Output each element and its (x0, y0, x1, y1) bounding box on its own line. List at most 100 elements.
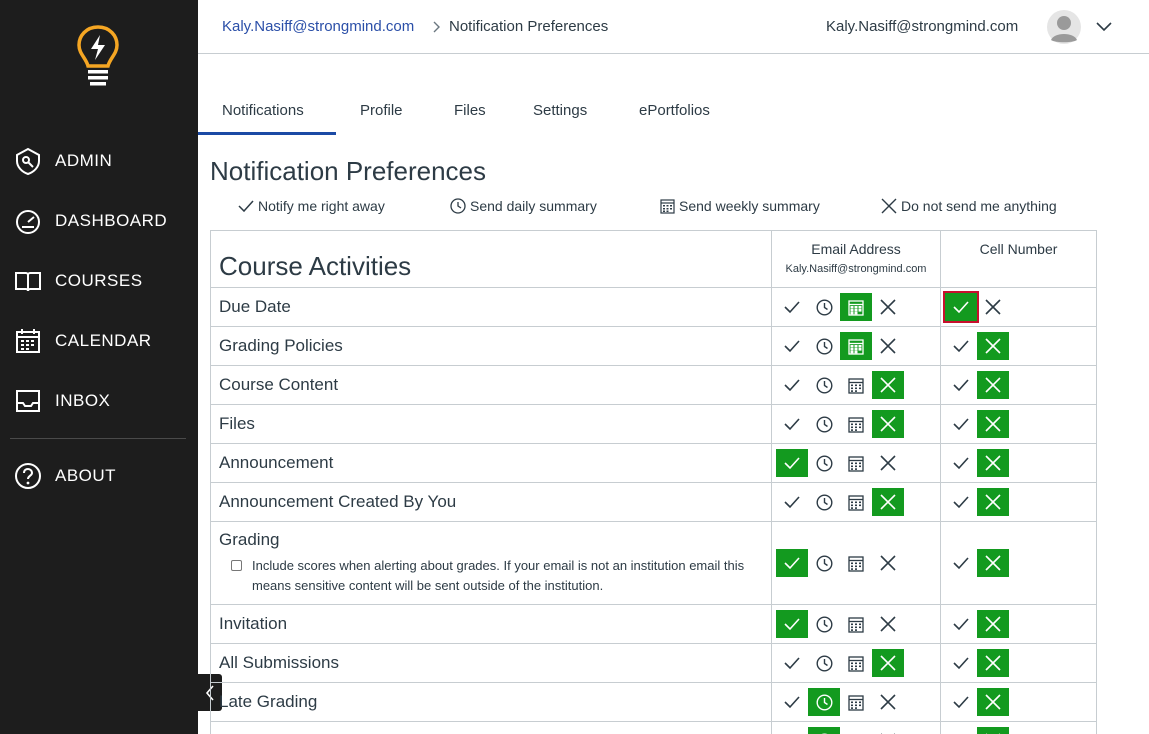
cell-option-never[interactable] (977, 488, 1009, 516)
chevron-down-icon[interactable] (1095, 19, 1113, 33)
nav-admin[interactable]: ADMIN (0, 141, 198, 181)
avatar[interactable] (1047, 10, 1081, 44)
cell-option-never[interactable] (977, 293, 1009, 321)
cell-option-never[interactable] (977, 371, 1009, 399)
tab-settings[interactable]: Settings (533, 102, 587, 119)
include-scores-checkbox[interactable] (231, 560, 242, 571)
email-option-daily[interactable] (808, 449, 840, 477)
email-option-never[interactable] (872, 488, 904, 516)
cell-option-immediately[interactable] (945, 688, 977, 716)
email-option-never[interactable] (872, 371, 904, 399)
email-option-daily[interactable] (808, 332, 840, 360)
cell-option-immediately[interactable] (945, 610, 977, 638)
cell-option-immediately[interactable] (945, 549, 977, 577)
email-option-daily[interactable] (808, 488, 840, 516)
email-option-never[interactable] (872, 449, 904, 477)
email-option-immediately[interactable] (776, 371, 808, 399)
email-option-never[interactable] (872, 549, 904, 577)
email-option-daily[interactable] (808, 293, 840, 321)
grading-scores-option: Include scores when alerting about grade… (231, 556, 761, 596)
cell-option-immediately[interactable] (945, 488, 977, 516)
email-option-weekly[interactable] (840, 293, 872, 321)
tab-eportfolios[interactable]: ePortfolios (639, 102, 710, 119)
cell-option-never[interactable] (977, 649, 1009, 677)
email-option-daily[interactable] (808, 410, 840, 438)
email-option-never[interactable] (872, 410, 904, 438)
email-option-daily[interactable] (808, 688, 840, 716)
email-option-immediately[interactable] (776, 410, 808, 438)
cell-option-immediately[interactable] (945, 649, 977, 677)
nav-calendar[interactable]: CALENDAR (0, 321, 198, 361)
tab-notifications[interactable]: Notifications (222, 102, 304, 119)
cell-option-never[interactable] (977, 610, 1009, 638)
email-option-weekly[interactable] (840, 688, 872, 716)
email-option-daily[interactable] (808, 649, 840, 677)
email-option-immediately[interactable] (776, 649, 808, 677)
cell-option-never[interactable] (977, 688, 1009, 716)
email-option-daily[interactable] (808, 727, 840, 734)
email-option-immediately[interactable] (776, 688, 808, 716)
row-name-cell: Course Content (210, 365, 772, 405)
email-option-immediately[interactable] (776, 549, 808, 577)
table-row: Grading Include scores when alerting abou… (210, 521, 1097, 605)
email-option-never[interactable] (872, 649, 904, 677)
email-option-immediately[interactable] (776, 449, 808, 477)
cell-option-immediately[interactable] (945, 727, 977, 734)
email-option-weekly[interactable] (840, 488, 872, 516)
tab-profile[interactable]: Profile (360, 102, 403, 119)
close-icon (880, 416, 896, 432)
nav-inbox[interactable]: INBOX (0, 381, 198, 421)
email-option-weekly[interactable] (840, 371, 872, 399)
email-option-never[interactable] (872, 727, 904, 734)
check-icon (953, 340, 969, 353)
cell-option-never[interactable] (977, 410, 1009, 438)
email-option-weekly[interactable] (840, 449, 872, 477)
email-option-daily[interactable] (808, 549, 840, 577)
email-option-weekly[interactable] (840, 649, 872, 677)
email-option-never[interactable] (872, 293, 904, 321)
cell-option-immediately[interactable] (945, 332, 977, 360)
close-icon (985, 616, 1001, 632)
email-option-daily[interactable] (808, 371, 840, 399)
nav-courses[interactable]: COURSES (0, 261, 198, 301)
lightbulb-logo-icon[interactable] (76, 24, 120, 90)
email-option-immediately[interactable] (776, 727, 808, 734)
breadcrumb-user-link[interactable]: Kaly.Nasiff@strongmind.com (222, 18, 414, 35)
email-option-immediately[interactable] (776, 488, 808, 516)
row-category-name: Invitation (219, 614, 288, 633)
row-name-cell: Announcement Created By You (210, 482, 772, 522)
cell-option-never[interactable] (977, 332, 1009, 360)
cell-option-never[interactable] (977, 549, 1009, 577)
cell-option-never[interactable] (977, 449, 1009, 477)
row-name-cell: Late Grading (210, 682, 772, 722)
check-icon (784, 618, 800, 631)
clock-icon (815, 493, 833, 511)
email-option-never[interactable] (872, 610, 904, 638)
calendar-icon (848, 299, 864, 316)
email-option-never[interactable] (872, 332, 904, 360)
email-option-immediately[interactable] (776, 332, 808, 360)
cell-option-immediately[interactable] (945, 449, 977, 477)
email-option-weekly[interactable] (840, 332, 872, 360)
tab-files[interactable]: Files (454, 102, 486, 119)
shield-icon (16, 147, 40, 175)
nav-dashboard[interactable]: DASHBOARD (0, 201, 198, 241)
cell-option-immediately[interactable] (943, 291, 979, 323)
email-option-daily[interactable] (808, 610, 840, 638)
email-option-immediately[interactable] (776, 293, 808, 321)
email-option-weekly[interactable] (840, 410, 872, 438)
cell-option-never[interactable] (977, 727, 1009, 734)
table-row: Invitation (210, 604, 1097, 644)
cell-option-immediately[interactable] (945, 371, 977, 399)
email-option-never[interactable] (872, 688, 904, 716)
email-option-immediately[interactable] (776, 610, 808, 638)
email-option-weekly[interactable] (840, 727, 872, 734)
table-row: Grading Policies (210, 326, 1097, 366)
calendar-icon (848, 616, 864, 633)
email-option-weekly[interactable] (840, 610, 872, 638)
nav-admin-label: ADMIN (55, 151, 113, 170)
email-option-weekly[interactable] (840, 549, 872, 577)
nav-about[interactable]: ABOUT (0, 456, 198, 496)
cell-option-immediately[interactable] (945, 410, 977, 438)
row-name-cell: Grading Policies (210, 326, 772, 366)
